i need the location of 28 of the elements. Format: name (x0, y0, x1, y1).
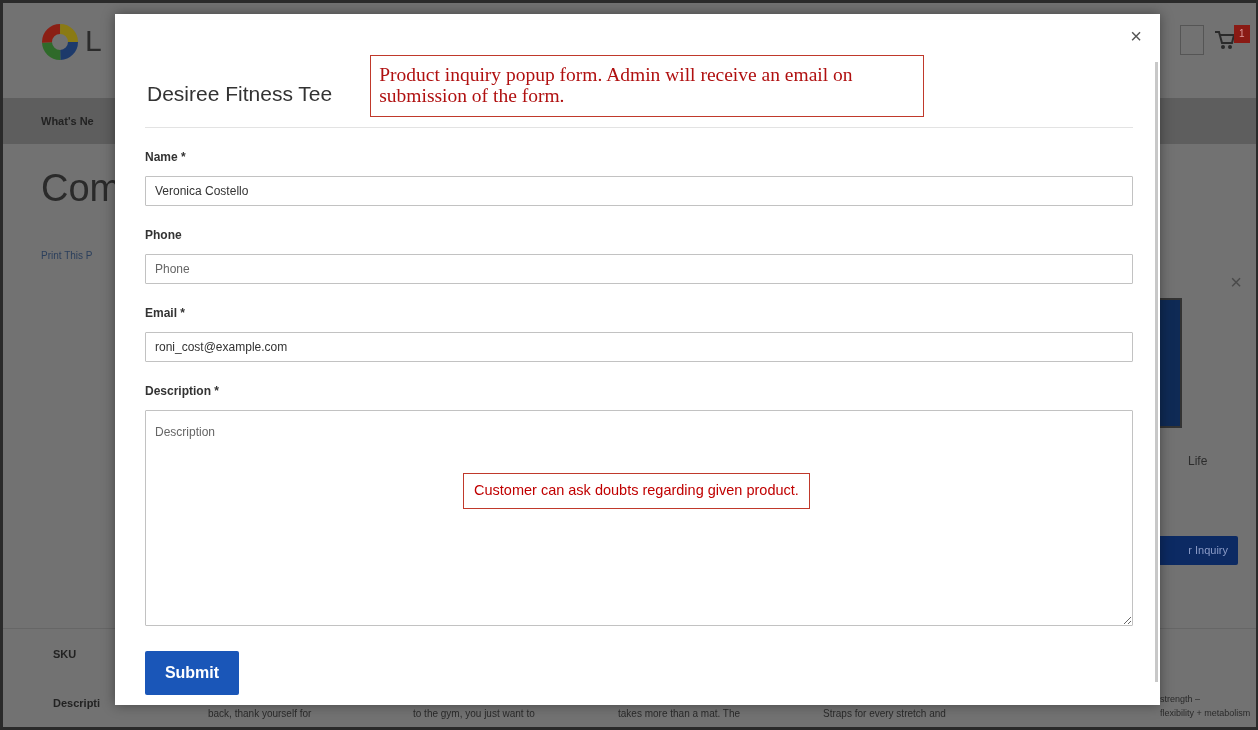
description-label: Descripti (52, 696, 102, 711)
description-text: to the gym, you just want to (413, 707, 536, 721)
scrollbar[interactable] (1155, 62, 1158, 682)
field-label: Name * (145, 149, 187, 166)
description-text: takes more than a mat. The (618, 707, 742, 721)
input-field[interactable]: roni_cost@example.com (145, 332, 1133, 362)
field-label: Description * (145, 383, 220, 400)
description-text: flexibility + metabolism (1160, 707, 1252, 720)
sku-label: SKU (53, 647, 77, 662)
annotation-note: Customer can ask doubts regarding given product. (463, 473, 810, 509)
input-field[interactable]: Veronica Costello (145, 176, 1133, 206)
product-name[interactable]: Life (1188, 452, 1208, 470)
input-field[interactable]: Phone (145, 254, 1133, 284)
modal-title: Desiree Fitness Tee (147, 81, 333, 107)
cart-count-badge: 1 (1234, 25, 1250, 43)
field-label: Email * (145, 305, 187, 322)
close-button[interactable]: × (1126, 24, 1146, 48)
logo-icon[interactable] (41, 23, 79, 61)
logo-text: L (85, 23, 102, 59)
cart-icon[interactable] (1214, 29, 1236, 51)
description-text: strength – (1160, 693, 1202, 706)
submit-button[interactable]: Submit (145, 651, 239, 695)
search-field[interactable] (1180, 25, 1204, 55)
field-label: Phone (145, 227, 183, 244)
description-text: Straps for every stretch and (823, 707, 947, 721)
inquiry-button[interactable]: r Inquiry (1158, 536, 1238, 565)
description-text: back, thank yourself for (208, 707, 313, 721)
annotation-note: Product inquiry popup form. Admin will receive an email on submission of the form. (370, 55, 925, 117)
